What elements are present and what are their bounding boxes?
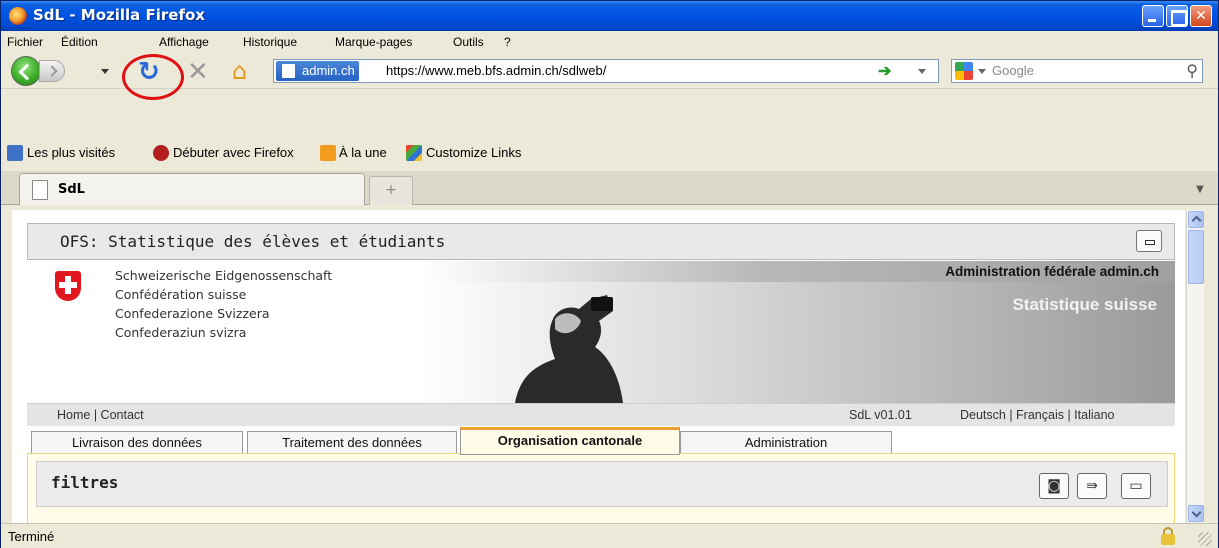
history-dropdown-icon[interactable] bbox=[101, 69, 109, 74]
minimize-window-button[interactable] bbox=[1142, 5, 1164, 27]
menu-outils[interactable]: Outils bbox=[453, 35, 484, 49]
language-links[interactable]: Deutsch | Français | Italiano bbox=[960, 408, 1114, 422]
back-button[interactable] bbox=[11, 56, 41, 86]
statistique-suisse-title: Statistique suisse bbox=[1012, 295, 1157, 314]
reload-highlight-circle bbox=[122, 54, 184, 100]
page-icon bbox=[32, 180, 48, 200]
federal-banner: Schweizerische Eidgenossenschaft Confédé… bbox=[27, 261, 1175, 403]
search-engine-dropdown-icon[interactable] bbox=[978, 69, 986, 74]
close-window-button[interactable]: ✕ bbox=[1190, 5, 1212, 27]
export-arrow-icon[interactable]: ⇛ bbox=[1077, 473, 1107, 499]
tab-administration[interactable]: Administration bbox=[680, 431, 892, 454]
tab-traitement-donnees[interactable]: Traitement des données bbox=[247, 431, 457, 454]
bookmark-customize-links[interactable]: Customize Links bbox=[426, 145, 521, 160]
new-tab-button[interactable]: + bbox=[369, 176, 413, 205]
tab-livraison-donnees[interactable]: Livraison des données bbox=[31, 431, 243, 454]
page-title: OFS: Statistique des élèves et étudiants bbox=[60, 232, 446, 251]
vertical-scrollbar[interactable] bbox=[1186, 210, 1204, 523]
url-history-dropdown-icon[interactable] bbox=[918, 69, 926, 74]
google-engine-icon[interactable] bbox=[955, 62, 973, 80]
bookmarks-toolbar: Les plus visités Débuter avec Firefox À … bbox=[1, 142, 1218, 166]
confederation-rm: Confederaziun svizra bbox=[115, 325, 247, 340]
title-bar: SdL - Mozilla Firefox ✕ bbox=[1, 1, 1218, 31]
panel-minimize-button[interactable] bbox=[1136, 230, 1162, 252]
url-text[interactable]: https://www.meb.bfs.admin.ch/sdlweb/ bbox=[386, 63, 606, 78]
search-icon[interactable]: ⚲ bbox=[1186, 61, 1198, 81]
utility-links-bar: Home | Contact SdL v01.01 Deutsch | Fran… bbox=[27, 403, 1175, 426]
site-identity-button[interactable]: admin.ch bbox=[276, 61, 359, 81]
filters-minimize-button[interactable]: ▭ bbox=[1121, 473, 1151, 499]
search-placeholder[interactable]: Google bbox=[992, 63, 1034, 78]
camera-icon[interactable]: ◙ bbox=[1039, 473, 1069, 499]
filters-header: filtres ◙ ⇛ ▭ bbox=[36, 461, 1168, 507]
most-visited-icon bbox=[7, 145, 23, 161]
tab-sdl[interactable]: SdL bbox=[19, 173, 365, 205]
go-arrow-icon[interactable]: ➔ bbox=[878, 61, 891, 81]
bookmark-getting-started[interactable]: Débuter avec Firefox bbox=[173, 145, 294, 160]
menu-edition[interactable]: Édition bbox=[61, 35, 98, 49]
tab-strip: SdL + ▼ bbox=[1, 171, 1218, 205]
swiss-cross-logo bbox=[55, 271, 81, 301]
rss-feed-icon bbox=[320, 145, 336, 161]
panel-header: OFS: Statistique des élèves et étudiants bbox=[27, 223, 1175, 260]
menu-bar: Fichier Édition Affichage Historique Mar… bbox=[1, 31, 1218, 53]
browser-window: SdL - Mozilla Firefox ✕ Fichier Édition … bbox=[0, 0, 1219, 548]
forward-button[interactable] bbox=[39, 60, 65, 82]
window-title: SdL - Mozilla Firefox bbox=[33, 6, 205, 24]
tab-list-dropdown-icon[interactable]: ▼ bbox=[1190, 179, 1210, 201]
firefox-icon bbox=[9, 7, 27, 25]
home-contact-links[interactable]: Home | Contact bbox=[57, 408, 144, 422]
confederation-fr: Confédération suisse bbox=[115, 287, 247, 302]
tab-label: SdL bbox=[58, 182, 85, 197]
menu-fichier[interactable]: Fichier bbox=[7, 35, 43, 49]
status-bar: Terminé bbox=[1, 523, 1218, 548]
tab-content-panel: filtres ◙ ⇛ ▭ bbox=[27, 453, 1175, 523]
stop-button[interactable]: ✕ bbox=[187, 57, 209, 87]
scroll-down-button[interactable] bbox=[1188, 505, 1204, 522]
version-label: SdL v01.01 bbox=[849, 408, 912, 422]
search-bar[interactable]: Google ⚲ bbox=[951, 59, 1203, 83]
menu-historique[interactable]: Historique bbox=[243, 35, 297, 49]
lock-icon[interactable] bbox=[1161, 527, 1175, 545]
tab-organisation-cantonale[interactable]: Organisation cantonale bbox=[460, 427, 680, 455]
menu-affichage[interactable]: Affichage bbox=[159, 35, 209, 49]
scroll-thumb[interactable] bbox=[1188, 230, 1204, 284]
status-text: Terminé bbox=[8, 529, 55, 544]
bookmark-most-visited[interactable]: Les plus visités bbox=[27, 145, 115, 160]
filters-title: filtres bbox=[51, 473, 119, 492]
home-button[interactable]: ⌂ bbox=[232, 59, 247, 83]
app-tab-row: Livraison des données Traitement des don… bbox=[27, 426, 1175, 455]
resize-grip-icon[interactable] bbox=[1198, 532, 1212, 546]
address-bar[interactable]: admin.ch https://www.meb.bfs.admin.ch/sd… bbox=[273, 59, 939, 83]
maximize-window-button[interactable] bbox=[1166, 5, 1188, 27]
windows-flag-icon bbox=[406, 145, 422, 161]
menu-help[interactable]: ? bbox=[504, 35, 511, 49]
getting-started-icon bbox=[153, 145, 169, 161]
page-content: OFS: Statistique des élèves et étudiants… bbox=[12, 210, 1185, 523]
bookmark-latest-headlines[interactable]: À la une bbox=[339, 145, 387, 160]
menu-marque-pages[interactable]: Marque-pages bbox=[335, 35, 412, 49]
confederation-de: Schweizerische Eidgenossenschaft bbox=[115, 268, 333, 283]
confederation-it: Confederazione Svizzera bbox=[115, 306, 270, 321]
admin-ch-title: Administration fédérale admin.ch bbox=[945, 264, 1159, 279]
photographer-image bbox=[515, 295, 623, 403]
scroll-up-button[interactable] bbox=[1188, 211, 1204, 228]
